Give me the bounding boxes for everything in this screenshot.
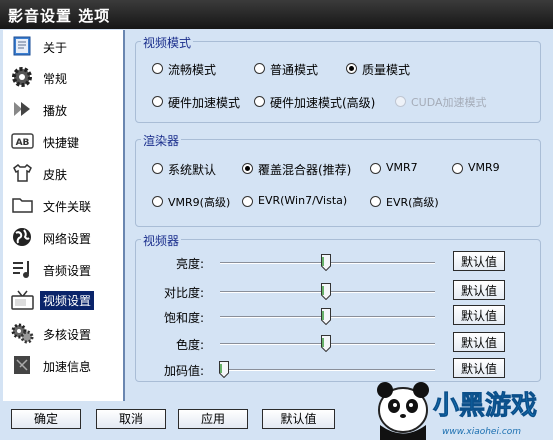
panda-mascot-icon: 小黑游戏 www.xiaohei.com [377, 382, 537, 440]
radio-label: VMR7 [386, 161, 418, 174]
radio-label: 硬件加速模式(高级) [270, 96, 376, 110]
cpu-gears-icon [11, 323, 34, 344]
radio-label: 质量模式 [362, 63, 411, 77]
sidebar-item-label: 快捷键 [43, 136, 80, 150]
accel-doc-icon [14, 356, 30, 374]
restore-defaults-button[interactable]: 默认值 [262, 409, 335, 429]
video-mode-title: 视频模式 [141, 34, 194, 51]
sidebar-item-label: 播放 [43, 104, 68, 118]
sidebar-item-general[interactable]: 常规 [3, 62, 123, 92]
sidebar-item-video[interactable]: 视频设置 [3, 286, 123, 316]
radio-dot [254, 63, 265, 74]
slider-thumb[interactable] [320, 308, 331, 325]
window-title: 影音设置 选项 [8, 7, 111, 25]
sidebar-item-accel-info[interactable]: 加速信息 [3, 350, 123, 380]
radio-dot [452, 163, 463, 174]
title-bar[interactable]: 影音设置 选项 [0, 0, 553, 29]
video-adjust-title: 视频器 [141, 232, 182, 249]
ok-button[interactable]: 确定 [11, 409, 81, 429]
sidebar-item-skin[interactable]: 皮肤 [3, 158, 123, 188]
settings-panel: 视频模式 流畅模式 普通模式 质量模式 硬件加速模式 硬件加速模式(高级) CU… [127, 30, 547, 401]
radio-dot [152, 63, 163, 74]
radio-dot-selected [346, 63, 357, 74]
radio-label: VMR9(高级) [168, 196, 231, 209]
book-icon [13, 36, 31, 56]
radio-dot [254, 96, 265, 107]
slider-thumb[interactable] [320, 335, 331, 352]
globe-icon [13, 228, 31, 246]
radio-label: EVR(高级) [386, 196, 439, 209]
svg-text:AB: AB [16, 138, 30, 148]
watermark-logo: 小黑游戏 www.xiaohei.com [358, 370, 553, 440]
watermark-url: www.xiaohei.com [442, 427, 521, 437]
radio-label: VMR9 [468, 161, 500, 174]
cancel-button[interactable]: 取消 [96, 409, 166, 429]
radio-label: EVR(Win7/Vista) [258, 194, 348, 207]
tshirt-icon [13, 164, 32, 182]
radio-label: 系统默认 [168, 163, 217, 177]
keyboard-ab-icon: AB [11, 133, 34, 149]
radio-label: 覆盖混合器(推荐) [258, 163, 352, 177]
radio-dot [370, 196, 381, 207]
default-value-button[interactable]: 默认值 [453, 305, 505, 325]
radio-label: 硬件加速模式 [168, 96, 241, 110]
slider-label: 色度: [175, 338, 204, 352]
sidebar-item-hotkeys[interactable]: AB 快捷键 [3, 126, 123, 156]
slider-thumb[interactable] [320, 254, 331, 271]
radio-dot [395, 96, 406, 107]
slider-label: 对比度: [163, 286, 204, 300]
sidebar-item-multicore[interactable]: 多核设置 [3, 318, 123, 348]
slider-label: 亮度: [175, 257, 204, 271]
sidebar: 关于 常规 播放 AB 快捷键 皮肤 文件关联 网络设置 音频设置 视频设置 多… [3, 30, 125, 401]
sidebar-item-about[interactable]: 关于 [3, 31, 123, 61]
sidebar-item-label: 文件关联 [43, 200, 92, 214]
apply-button[interactable]: 应用 [178, 409, 248, 429]
renderer-title: 渲染器 [141, 132, 182, 149]
sidebar-item-label: 多核设置 [43, 328, 92, 342]
radio-dot-selected [242, 163, 253, 174]
sidebar-item-label: 视频设置 [40, 291, 95, 310]
sidebar-item-file-assoc[interactable]: 文件关联 [3, 190, 123, 220]
sidebar-item-label: 关于 [43, 41, 68, 55]
sidebar-item-label: 音频设置 [43, 264, 92, 278]
radio-label: 普通模式 [270, 63, 319, 77]
radio-dot [152, 96, 163, 107]
radio-label: 流畅模式 [168, 63, 217, 77]
sidebar-item-network[interactable]: 网络设置 [3, 222, 123, 252]
slider-label: 加码值: [163, 364, 204, 378]
gear-icon [12, 67, 32, 87]
play-arrow-icon [14, 102, 30, 116]
options-window: 影音设置 选项 关于 常规 播放 AB 快捷键 皮肤 文件关联 网络设置 音频设… [0, 0, 553, 440]
slider-thumb[interactable] [320, 283, 331, 300]
default-value-button[interactable]: 默认值 [453, 280, 505, 300]
sidebar-item-label: 皮肤 [43, 168, 68, 182]
sidebar-item-playback[interactable]: 播放 [3, 94, 123, 124]
sidebar-item-label: 网络设置 [43, 232, 92, 246]
audio-list-icon [13, 261, 29, 278]
radio-dot [242, 196, 253, 207]
sidebar-item-audio[interactable]: 音频设置 [3, 254, 123, 284]
default-value-button[interactable]: 默认值 [453, 251, 505, 271]
renderer-group [135, 139, 541, 227]
default-value-button[interactable]: 默认值 [453, 332, 505, 352]
folder-icon [12, 198, 33, 213]
slider-thumb[interactable] [219, 361, 229, 378]
radio-label: CUDA加速模式 [411, 96, 487, 109]
sidebar-item-label: 常规 [43, 72, 68, 86]
tv-icon [11, 290, 34, 310]
radio-dot [152, 196, 163, 207]
radio-dot [152, 163, 163, 174]
sidebar-item-label: 加速信息 [43, 360, 92, 374]
slider-label: 饱和度: [163, 311, 204, 325]
watermark-brand: 小黑游戏 [433, 391, 537, 421]
radio-dot [370, 163, 381, 174]
